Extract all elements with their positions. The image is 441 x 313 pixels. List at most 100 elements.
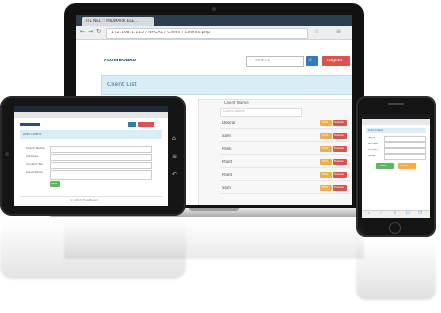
delete-button[interactable]: Delete xyxy=(333,146,347,152)
search-button[interactable]: ⌕ xyxy=(306,56,318,66)
tablet-footer: © 2013 FlowBoard xyxy=(70,199,99,202)
table-row: Pank Edit Delete xyxy=(220,145,350,155)
edit-label: Edit xyxy=(322,134,328,137)
phone-share-icon[interactable]: ⇪ xyxy=(393,211,396,215)
tablet-home-icon[interactable]: ⌂ xyxy=(172,136,176,142)
edit-button[interactable]: Edit xyxy=(320,172,332,178)
tablet-save-button[interactable]: Save xyxy=(50,181,60,187)
phone-save-button[interactable]: Save xyxy=(376,163,394,169)
phone-screen: Add Client Name Address Contact Notes Sa… xyxy=(362,114,430,218)
row-name: Pank xyxy=(222,147,232,151)
browser-tab-title: TFL NEL :: MIDMARK ELE... xyxy=(85,19,138,23)
description-field[interactable] xyxy=(50,170,152,180)
tablet-logout-button[interactable] xyxy=(138,122,154,127)
tablet-device: ⌂ ≡ ↶ Add Client Client Name Address Con… xyxy=(0,96,186,216)
tablet-search-button[interactable] xyxy=(128,122,136,127)
phone-cancel-label: Cancel xyxy=(400,164,409,167)
phone-tabs-icon[interactable]: ❐ xyxy=(418,211,422,215)
form-label: Client Name xyxy=(26,147,45,150)
form-label: Description xyxy=(26,171,44,174)
table-row: Plant Edit Delete xyxy=(220,158,350,168)
edit-label: Edit xyxy=(322,173,328,176)
phone-form-label: Notes xyxy=(368,155,376,157)
reload-icon[interactable]: ↻ xyxy=(96,29,101,35)
tablet-save-label: Save xyxy=(51,182,58,185)
delete-button[interactable]: Delete xyxy=(333,172,347,178)
phone-form-title: Add Client xyxy=(368,129,384,132)
form-label: Contact No xyxy=(26,163,43,166)
edit-label: Edit xyxy=(322,186,328,189)
search-input[interactable]: Search xyxy=(246,56,304,67)
back-icon[interactable]: ← xyxy=(80,29,85,35)
form-label: Address xyxy=(26,155,38,158)
phone-reflection xyxy=(356,240,436,300)
phone-cancel-button[interactable]: Cancel xyxy=(398,163,416,169)
phone-form-label: Name xyxy=(368,137,376,139)
tablet-screen: Add Client Client Name Address Contact N… xyxy=(14,106,168,206)
page-header-band: Client List xyxy=(101,75,352,95)
edit-button[interactable]: Edit xyxy=(320,120,332,126)
col-header: Client Name xyxy=(224,101,249,105)
phone-form-label: Address xyxy=(368,143,378,145)
table-row: Sam Edit Delete xyxy=(220,132,350,142)
tablet-camera xyxy=(5,152,9,156)
delete-label: Delete xyxy=(334,147,344,150)
edit-label: Edit xyxy=(322,147,328,150)
table-row: Plant Edit Delete xyxy=(220,171,350,181)
tablet-addressbar[interactable] xyxy=(14,112,168,118)
delete-label: Delete xyxy=(334,173,344,176)
row-name: Plant xyxy=(222,160,233,164)
delete-button[interactable]: Delete xyxy=(333,185,347,191)
address-field[interactable] xyxy=(50,154,152,161)
forward-icon[interactable]: → xyxy=(88,29,93,35)
edit-button[interactable]: Edit xyxy=(320,146,332,152)
star-icon[interactable]: ☆ xyxy=(314,29,319,35)
tablet-footer-rule xyxy=(20,196,162,197)
tablet-menu-icon[interactable]: ≡ xyxy=(172,154,177,160)
phone-notes-field[interactable] xyxy=(384,154,426,160)
phone-form-header: Add Client xyxy=(366,128,426,133)
contact-field[interactable] xyxy=(50,162,152,169)
phone-back-icon[interactable]: ‹ xyxy=(368,211,370,215)
filter-input[interactable]: Client Name xyxy=(220,108,302,117)
tablet-back-icon[interactable]: ↶ xyxy=(172,172,177,178)
phone-save-label: Save xyxy=(380,164,387,167)
row-name: Sam xyxy=(222,134,231,138)
table-row: Dooral Edit Delete xyxy=(220,119,350,129)
row-name: Sam xyxy=(222,186,231,190)
filter-placeholder: Client Name xyxy=(223,110,245,113)
phone-forward-icon[interactable]: › xyxy=(380,211,382,215)
address-text: 172.168.1.115 / NFCAL / Client / Clients… xyxy=(111,31,211,35)
tablet-logo[interactable] xyxy=(20,123,40,126)
menu-icon[interactable]: ≡ xyxy=(336,29,341,35)
phone-bookmarks-icon[interactable]: ☐ xyxy=(406,211,410,215)
table-row: Sam Edit Delete xyxy=(220,184,350,194)
laptop-notch xyxy=(189,208,239,211)
address-bar[interactable]: 172.168.1.115 / NFCAL / Client / Clients… xyxy=(106,28,308,39)
phone-addressbar[interactable] xyxy=(362,119,430,125)
delete-label: Delete xyxy=(334,121,344,124)
logout-button[interactable]: Logout xyxy=(322,56,350,66)
row-name: Dooral xyxy=(222,121,236,125)
delete-label: Delete xyxy=(334,186,344,189)
phone-home-button[interactable] xyxy=(389,222,401,234)
tablet-page-title: Add Client xyxy=(23,133,42,136)
edit-button[interactable]: Edit xyxy=(320,133,332,139)
brand-logo[interactable]: FLOWBOARD xyxy=(104,59,136,64)
edit-button[interactable]: Edit xyxy=(320,159,332,165)
delete-button[interactable]: Delete xyxy=(333,159,347,165)
logout-label: Logout xyxy=(327,59,343,63)
phone-device: Add Client Name Address Contact Notes Sa… xyxy=(356,96,436,237)
delete-button[interactable]: Delete xyxy=(333,133,347,139)
browser-tab[interactable]: TFL NEL :: MIDMARK ELE... xyxy=(82,17,154,26)
laptop-camera xyxy=(212,7,216,11)
delete-button[interactable]: Delete xyxy=(333,120,347,126)
laptop-reflection xyxy=(64,219,364,259)
edit-label: Edit xyxy=(322,160,328,163)
tablet-header-band: Add Client xyxy=(20,130,162,139)
page-title: Client List xyxy=(107,82,137,88)
client-name-field[interactable] xyxy=(50,146,152,153)
delete-label: Delete xyxy=(334,160,344,163)
edit-label: Edit xyxy=(322,121,328,124)
edit-button[interactable]: Edit xyxy=(320,185,332,191)
